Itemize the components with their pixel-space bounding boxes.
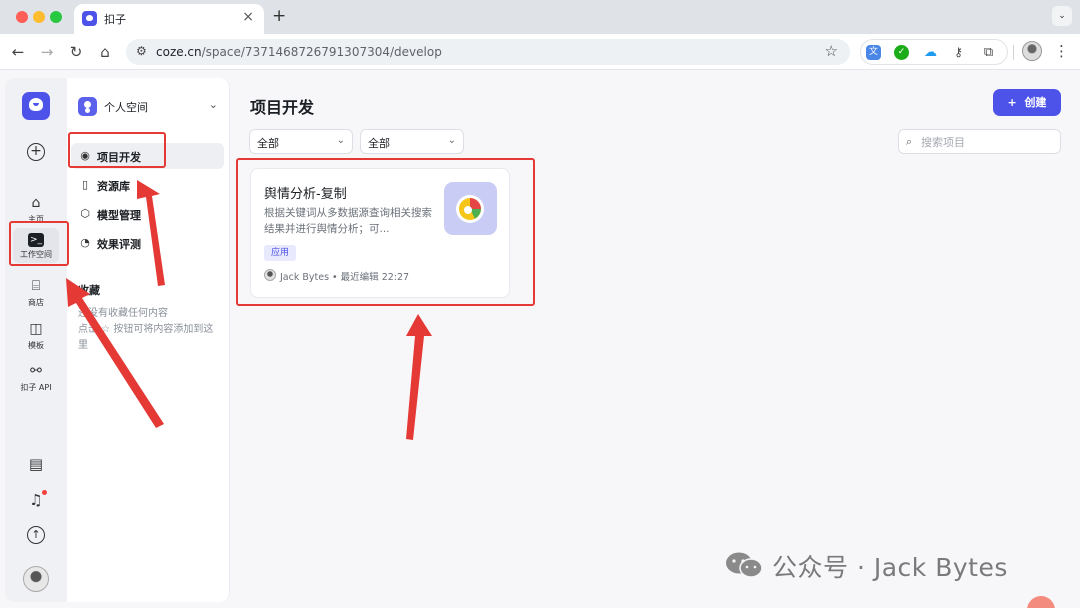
rail-item-template[interactable]: ◫ 模板 <box>5 320 67 351</box>
annotation-box-workspace <box>9 221 69 266</box>
create-button[interactable]: + 创建 <box>993 89 1061 116</box>
create-plus-icon[interactable]: + <box>27 143 45 161</box>
notification-dot <box>42 490 47 495</box>
maximize-window-button[interactable] <box>50 11 62 23</box>
sidebar-item-models[interactable]: ⬡ 模型管理 <box>71 201 224 227</box>
chevron-down-icon: ⌄ <box>208 98 218 111</box>
cube-icon: ⬡ <box>80 207 90 220</box>
browser-toolbar: ← → ↻ ⌂ ⚙ coze.cn/space/7371468726791307… <box>0 34 1080 70</box>
favorites-empty-text: 还没有收藏任何内容 点击 ☆ 按钮可将内容添加到这里 <box>78 308 214 351</box>
wechat-icon <box>726 552 763 578</box>
annotation-box-projects <box>68 132 166 168</box>
cloud-extension-icon[interactable]: ☁ <box>923 45 938 60</box>
filter-value: 全部 <box>257 137 279 150</box>
tab-search-button[interactable]: ⌄ <box>1052 6 1072 26</box>
coze-logo-icon[interactable] <box>22 92 50 120</box>
api-icon: ⚯ <box>30 363 42 379</box>
store-icon: ⌸ <box>31 278 41 294</box>
url-text[interactable]: coze.cn/space/7371468726791307304/develo… <box>156 45 442 59</box>
gauge-icon: ◔ <box>80 236 90 249</box>
space-label: 个人空间 <box>104 101 148 114</box>
site-settings-icon[interactable]: ⚙ <box>136 44 147 58</box>
rail-label-template: 模板 <box>28 341 44 350</box>
chevron-down-icon: ⌄ <box>447 135 456 146</box>
sidebar-item-label: 资源库 <box>97 180 130 193</box>
extensions-group: 文 ✓ ☁ ⚷ ⧉ <box>860 39 1008 65</box>
home-icon: ⌂ <box>31 195 41 211</box>
home-button[interactable]: ⌂ <box>95 42 115 62</box>
sidebar-item-label: 模型管理 <box>97 209 141 222</box>
new-tab-button[interactable]: + <box>272 6 286 26</box>
toolbar-divider <box>1013 45 1014 60</box>
upgrade-icon[interactable]: ↑ <box>27 526 45 544</box>
bookmark-star-icon[interactable]: ☆ <box>825 42 838 60</box>
browser-menu-icon[interactable]: ⋮ <box>1054 42 1069 60</box>
rail-item-api[interactable]: ⚯ 扣子 API <box>5 362 67 393</box>
address-bar[interactable]: ⚙ coze.cn/space/7371468726791307304/deve… <box>126 39 850 65</box>
sidebar-item-library[interactable]: ▯ 资源库 <box>71 172 224 198</box>
sidebar-item-evaluation[interactable]: ◔ 效果评测 <box>71 230 224 256</box>
search-input[interactable] <box>921 133 1056 151</box>
back-button[interactable]: ← <box>8 42 28 62</box>
library-icon: ▯ <box>81 178 89 191</box>
sidebar-item-label: 效果评测 <box>97 238 141 251</box>
close-window-button[interactable] <box>16 11 28 23</box>
search-box[interactable]: ⌕ <box>898 129 1061 154</box>
template-icon: ◫ <box>29 321 43 337</box>
browser-tab[interactable]: 扣子 × <box>74 4 264 34</box>
key-extension-icon[interactable]: ⚷ <box>951 45 966 60</box>
rail-item-store[interactable]: ⌸ 商店 <box>5 277 67 308</box>
user-avatar[interactable] <box>23 566 49 592</box>
left-rail: + ⌂ 主页 >_ 工作空间 ⌸ 商店 ◫ 模板 ⚯ 扣子 API ▤ ♫ ↑ <box>5 78 67 602</box>
reload-button[interactable]: ↻ <box>66 42 86 62</box>
close-tab-icon[interactable]: × <box>242 9 254 25</box>
browser-tab-bar: 扣子 × + ⌄ <box>0 0 1080 34</box>
coze-favicon-icon <box>82 11 97 26</box>
rail-label-api: 扣子 API <box>20 383 52 392</box>
watermark-text: 公众号 · Jack Bytes <box>772 553 1008 582</box>
rail-label-store: 商店 <box>28 298 44 307</box>
favorites-title: 收藏 <box>78 284 100 297</box>
search-icon: ⌕ <box>906 135 913 148</box>
plus-icon: + <box>1007 96 1017 109</box>
filter-value: 全部 <box>368 137 390 150</box>
space-selector[interactable]: 个人空间 ⌄ <box>78 96 218 118</box>
type-filter-select[interactable]: 全部 ⌄ <box>249 129 353 154</box>
create-button-label: 创建 <box>1024 96 1047 109</box>
minimize-window-button[interactable] <box>33 11 45 23</box>
translate-extension-icon[interactable]: 文 <box>866 45 881 60</box>
chevron-down-icon: ⌄ <box>336 135 345 146</box>
profile-avatar[interactable] <box>1022 41 1042 61</box>
extensions-puzzle-icon[interactable]: ⧉ <box>981 45 996 60</box>
docs-icon[interactable]: ▤ <box>27 455 45 473</box>
page-title: 项目开发 <box>250 98 315 117</box>
green-extension-icon[interactable]: ✓ <box>894 45 909 60</box>
personal-space-icon <box>78 97 97 116</box>
notification-bell-icon[interactable]: ♫ <box>27 490 47 509</box>
owner-filter-select[interactable]: 全部 ⌄ <box>360 129 464 154</box>
tab-title: 扣子 <box>104 13 126 26</box>
annotation-box-card <box>236 158 535 306</box>
forward-button[interactable]: → <box>37 42 57 62</box>
